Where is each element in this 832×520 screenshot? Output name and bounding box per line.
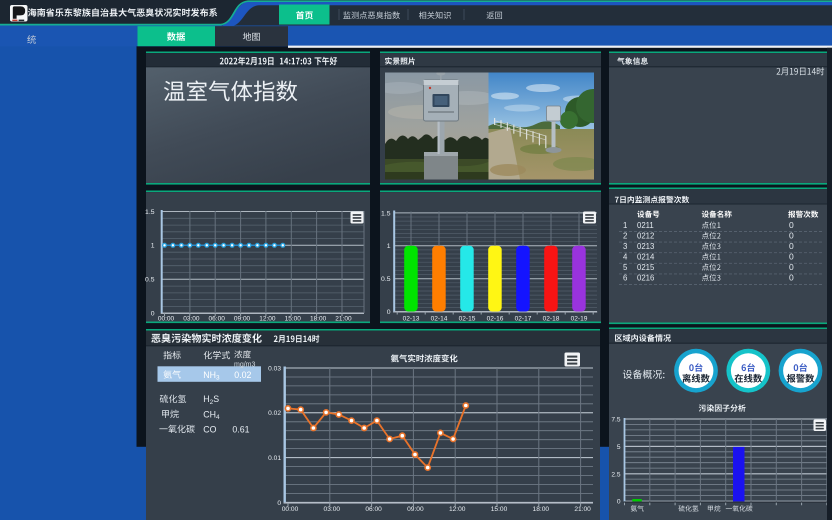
svg-text:09:00: 09:00 (234, 315, 251, 322)
svg-text:0.5: 0.5 (145, 277, 155, 284)
svg-text:4: 4 (623, 253, 628, 262)
svg-text:02-15: 02-15 (459, 316, 476, 323)
svg-text:0: 0 (789, 273, 794, 283)
svg-text:06:00: 06:00 (209, 315, 226, 322)
svg-text:15:00: 15:00 (491, 506, 508, 513)
svg-text:1: 1 (623, 221, 627, 230)
svg-text:21:00: 21:00 (335, 315, 352, 322)
svg-text:06:00: 06:00 (365, 506, 382, 513)
svg-text:12:00: 12:00 (259, 315, 276, 322)
svg-text:0.03: 0.03 (268, 365, 281, 372)
svg-text:02-16: 02-16 (487, 316, 504, 323)
svg-text:03:00: 03:00 (324, 506, 341, 513)
svg-text:12:00: 12:00 (449, 506, 466, 513)
svg-text:15:00: 15:00 (285, 315, 302, 322)
svg-text:1.5: 1.5 (381, 210, 391, 217)
svg-text:02-14: 02-14 (431, 316, 448, 323)
svg-text:03:00: 03:00 (183, 315, 200, 322)
svg-text:0.01: 0.01 (268, 455, 281, 462)
svg-text:7.5: 7.5 (611, 417, 620, 424)
svg-text:0215: 0215 (637, 263, 655, 272)
svg-text:0.61: 0.61 (232, 424, 249, 434)
svg-text:09:00: 09:00 (407, 506, 424, 513)
svg-text:02-17: 02-17 (515, 316, 532, 323)
svg-text:02-18: 02-18 (543, 316, 560, 323)
svg-text:0.5: 0.5 (381, 276, 391, 283)
svg-text:00:00: 00:00 (282, 506, 299, 513)
svg-text:0213: 0213 (637, 242, 654, 251)
svg-text:0: 0 (789, 220, 794, 230)
svg-text:18:00: 18:00 (310, 315, 327, 322)
svg-text:5: 5 (623, 263, 628, 272)
svg-text:0: 0 (387, 309, 391, 316)
svg-text:00:00: 00:00 (158, 315, 175, 322)
svg-text:0216: 0216 (637, 274, 654, 283)
svg-text:1.5: 1.5 (145, 209, 155, 216)
svg-text:0: 0 (789, 241, 794, 251)
svg-text:1: 1 (151, 243, 155, 250)
svg-text:0.02: 0.02 (268, 410, 281, 417)
svg-text:6: 6 (623, 274, 627, 283)
svg-text:0: 0 (617, 499, 621, 506)
svg-text:02-19: 02-19 (571, 316, 588, 323)
svg-text:0211: 0211 (637, 221, 654, 230)
svg-text:CO: CO (203, 424, 216, 434)
svg-text:0: 0 (151, 310, 155, 317)
svg-text:0214: 0214 (637, 253, 655, 262)
svg-text:02-13: 02-13 (403, 316, 420, 323)
svg-text:2: 2 (623, 232, 627, 241)
svg-text:5: 5 (617, 444, 621, 451)
svg-text:21:00: 21:00 (574, 506, 591, 513)
svg-text:0: 0 (789, 231, 794, 241)
svg-text:0: 0 (789, 252, 794, 262)
svg-text:0: 0 (789, 262, 794, 272)
svg-text:0: 0 (277, 500, 281, 507)
svg-text:0212: 0212 (637, 232, 654, 241)
svg-text:1: 1 (387, 243, 391, 250)
svg-text:2.5: 2.5 (611, 471, 620, 478)
svg-text:3: 3 (623, 242, 627, 251)
svg-text:mg/m3: mg/m3 (234, 361, 256, 368)
svg-text:18:00: 18:00 (533, 506, 550, 513)
svg-text:0.02: 0.02 (234, 370, 251, 380)
